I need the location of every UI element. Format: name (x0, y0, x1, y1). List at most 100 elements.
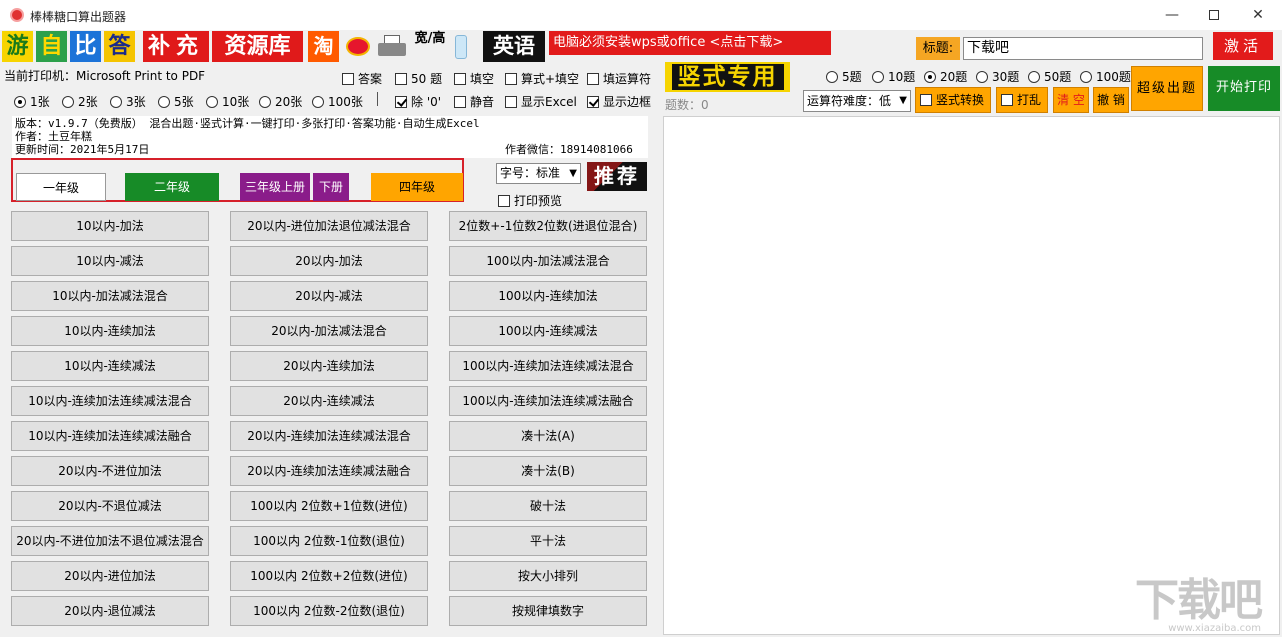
fifty-box[interactable] (395, 73, 407, 85)
exercise-button[interactable]: 平十法 (449, 526, 647, 556)
exclude-zero-box[interactable] (395, 96, 407, 108)
difficulty-select[interactable]: 运算符难度：低▼ (803, 90, 911, 112)
exercise-button[interactable]: 20以内-连续加法连续减法混合 (230, 421, 428, 451)
exercise-button[interactable]: 20以内-连续加法 (230, 351, 428, 381)
english-button[interactable]: 英语 (483, 31, 545, 62)
exercise-button[interactable]: 100以内-连续加法 (449, 281, 647, 311)
clear-button[interactable]: 清 空 (1053, 87, 1089, 113)
exercise-button[interactable]: 破十法 (449, 491, 647, 521)
printer-icon[interactable] (375, 31, 409, 62)
formula-fill-box[interactable] (505, 73, 517, 85)
activate-button[interactable]: 激活 (1213, 32, 1273, 60)
exercise-button[interactable]: 100以内-连续加法连续减法混合 (449, 351, 647, 381)
width-height-button[interactable]: 宽/高 (413, 31, 447, 62)
grade-3-first-button[interactable]: 三年级上册 (240, 173, 310, 201)
grade-2-button[interactable]: 二年级 (125, 173, 219, 201)
radio-dot[interactable] (110, 96, 122, 108)
show-excel-checkbox[interactable]: 显示Excel (505, 93, 577, 110)
preview-area[interactable]: 下载吧 www.xiazaiba.com (663, 116, 1280, 635)
super-generate-button[interactable]: 超级出题 (1131, 66, 1203, 111)
title-input[interactable]: 下载吧 (963, 37, 1203, 60)
fill-blank-box[interactable] (454, 73, 466, 85)
exercise-button[interactable]: 100以内-连续加法连续减法融合 (449, 386, 647, 416)
exercise-button[interactable]: 20以内-连续减法 (230, 386, 428, 416)
mute-checkbox[interactable]: 静音 (454, 93, 494, 110)
radio-dot[interactable] (1080, 71, 1092, 83)
start-print-button[interactable]: 开始打印 (1208, 66, 1280, 111)
exercise-button[interactable]: 10以内-减法 (11, 246, 209, 276)
exercise-button[interactable]: 20以内-不进位加法 (11, 456, 209, 486)
mute-box[interactable] (454, 96, 466, 108)
exercise-button[interactable]: 10以内-连续加法连续减法混合 (11, 386, 209, 416)
exercise-button[interactable]: 10以内-连续加法连续减法融合 (11, 421, 209, 451)
close-button[interactable]: ✕ (1244, 4, 1272, 26)
exercise-button[interactable]: 20以内-减法 (230, 281, 428, 311)
vertical-convert-box[interactable] (920, 94, 932, 106)
radio-dot[interactable] (924, 71, 936, 83)
exercise-button[interactable]: 20以内-加法减法混合 (230, 316, 428, 346)
compare-button[interactable]: 比 (70, 31, 101, 62)
grade-4-button[interactable]: 四年级 (371, 173, 463, 201)
grade-1-button[interactable]: 一年级 (16, 173, 106, 201)
count-radio-30[interactable]: 30题 (976, 68, 1019, 85)
exercise-button[interactable]: 20以内-进位加法 (11, 561, 209, 591)
exercise-button[interactable]: 凑十法(A) (449, 421, 647, 451)
exclude-zero-checkbox[interactable]: 除 '0' (395, 93, 441, 110)
sheets-radio-100[interactable]: 100张 (312, 93, 363, 110)
exercise-button[interactable]: 20以内-不退位减法 (11, 491, 209, 521)
count-radio-100[interactable]: 100题 (1080, 68, 1131, 85)
exercise-button[interactable]: 10以内-连续减法 (11, 351, 209, 381)
sheets-radio-2[interactable]: 2张 (62, 93, 98, 110)
exercise-button[interactable]: 按规律填数字 (449, 596, 647, 626)
show-excel-box[interactable] (505, 96, 517, 108)
exercise-button[interactable]: 20以内-退位减法 (11, 596, 209, 626)
radio-dot[interactable] (14, 96, 26, 108)
sheets-radio-3[interactable]: 3张 (110, 93, 146, 110)
weibo-icon[interactable] (342, 31, 373, 62)
answer-box[interactable] (342, 73, 354, 85)
count-radio-50[interactable]: 50题 (1028, 68, 1071, 85)
count-radio-5[interactable]: 5题 (826, 68, 862, 85)
shuffle-box[interactable] (1001, 94, 1013, 106)
print-preview-box[interactable] (498, 195, 510, 207)
radio-dot[interactable] (826, 71, 838, 83)
exercise-button[interactable]: 100以内 2位数+1位数(进位) (230, 491, 428, 521)
exercise-button[interactable]: 100以内 2位数-1位数(退位) (230, 526, 428, 556)
fifty-questions-checkbox[interactable]: 50 题 (395, 70, 442, 87)
vertical-convert-checkbox[interactable]: 竖式转换 (915, 87, 991, 113)
exercise-button[interactable]: 100以内-加法减法混合 (449, 246, 647, 276)
shuffle-checkbox[interactable]: 打乱 (996, 87, 1048, 113)
exercise-button[interactable]: 20以内-连续加法连续减法融合 (230, 456, 428, 486)
fill-blank-checkbox[interactable]: 填空 (454, 70, 494, 87)
sheets-radio-5[interactable]: 5张 (158, 93, 194, 110)
wps-download-link[interactable]: 电脑必须安装wps或office <点击下载> (549, 31, 831, 55)
exercise-button[interactable]: 10以内-加法 (11, 211, 209, 241)
radio-dot[interactable] (976, 71, 988, 83)
grade-3-second-button[interactable]: 下册 (313, 173, 349, 201)
sheets-radio-10[interactable]: 10张 (206, 93, 249, 110)
supplement-button[interactable]: 补充 (143, 31, 209, 62)
sheets-radio-20[interactable]: 20张 (259, 93, 302, 110)
formula-fill-checkbox[interactable]: 算式+填空 (505, 70, 579, 87)
bottle-icon[interactable] (451, 31, 471, 62)
radio-dot[interactable] (206, 96, 218, 108)
show-border-box[interactable] (587, 96, 599, 108)
radio-dot[interactable] (872, 71, 884, 83)
show-border-checkbox[interactable]: 显示边框 (587, 93, 651, 110)
fill-operator-box[interactable] (587, 73, 599, 85)
self-button[interactable]: 自 (36, 31, 67, 62)
radio-dot[interactable] (259, 96, 271, 108)
count-radio-10[interactable]: 10题 (872, 68, 915, 85)
exercise-button[interactable]: 20以内-加法 (230, 246, 428, 276)
print-preview-checkbox[interactable]: 打印预览 (498, 192, 562, 209)
undo-button[interactable]: 撤 销 (1093, 87, 1129, 113)
minimize-button[interactable]: — (1158, 4, 1186, 26)
answer-button[interactable]: 答 (104, 31, 135, 62)
radio-dot[interactable] (62, 96, 74, 108)
exercise-button[interactable]: 2位数+-1位数2位数(进退位混合) (449, 211, 647, 241)
exercise-button[interactable]: 20以内-不进位加法不退位减法混合 (11, 526, 209, 556)
radio-dot[interactable] (1028, 71, 1040, 83)
recommend-button[interactable]: 推荐 (587, 162, 647, 191)
exercise-button[interactable]: 100以内 2位数+2位数(进位) (230, 561, 428, 591)
fill-operator-checkbox[interactable]: 填运算符 (587, 70, 651, 87)
